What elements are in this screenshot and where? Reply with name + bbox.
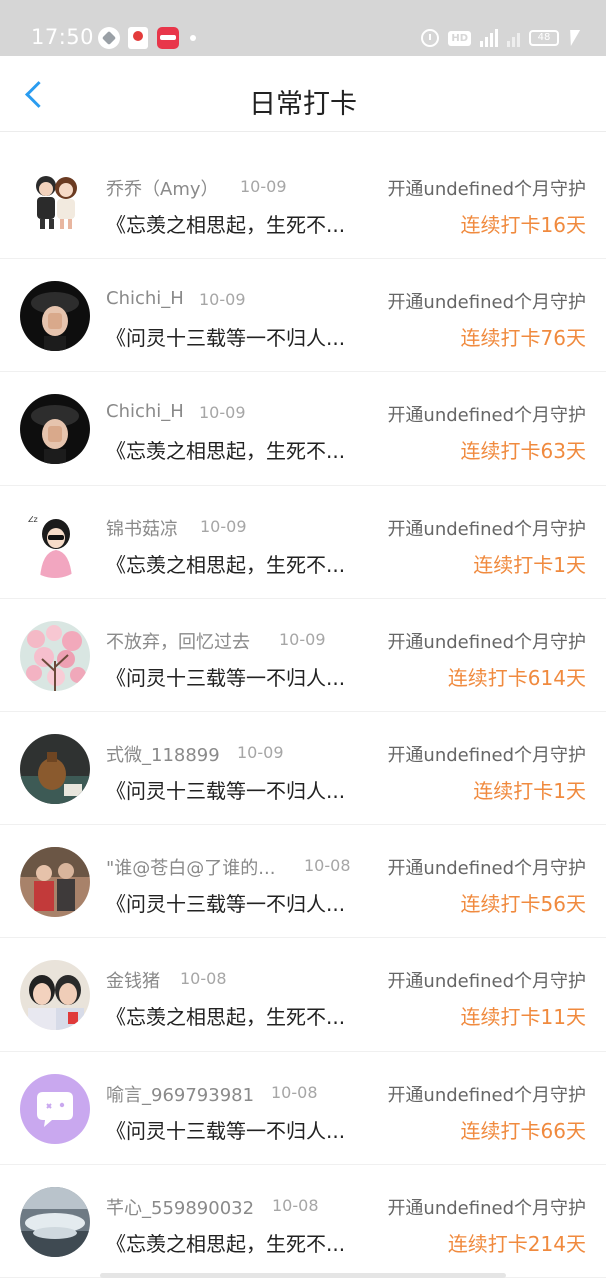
status-time: 17:50: [31, 25, 95, 49]
user-name: Chichi_H: [106, 288, 184, 310]
guard-info: 开通undefined个月守护: [387, 1084, 586, 1106]
checkin-message: 《忘羡之相思起，生死不...: [106, 1231, 346, 1256]
checkin-date: 10-09: [200, 516, 247, 536]
nav-header: 日常打卡: [0, 56, 606, 132]
guard-info: 开通undefined个月守护: [387, 744, 586, 766]
battery-icon: 48: [529, 30, 559, 46]
hd-icon: HD: [448, 30, 471, 46]
checkin-date: 10-08: [304, 856, 351, 876]
avatar[interactable]: [20, 620, 90, 691]
list-item[interactable]: 金钱猪 10-08 开通undefined个月守护 《忘羡之相思起，生死不...…: [0, 938, 606, 1052]
streak-count: 连续打卡76天: [460, 326, 586, 351]
streak-count: 连续打卡66天: [460, 1118, 586, 1143]
avatar[interactable]: Zz: [20, 507, 90, 578]
checkin-message: 《忘羡之相思起，生死不...: [106, 213, 346, 237]
user-name: 乔乔（Amy）: [106, 179, 219, 200]
streak-count: 连续打卡1天: [473, 552, 586, 577]
streak-count: 连续打卡11天: [460, 1005, 586, 1030]
user-name: 锦书菇凉: [106, 518, 178, 540]
user-name: "谁@苍白@了谁的...: [106, 858, 276, 880]
list-item[interactable]: Chichi_H 10-09 开通undefined个月守护 《忘羡之相思起，生…: [0, 372, 606, 486]
signal-secondary-icon: [507, 29, 520, 47]
list-item[interactable]: Zz 锦书菇凉 10-09 开通undefined个月守护 《忘羡之相思起，生死…: [0, 486, 606, 599]
checkin-date: 10-08: [180, 969, 227, 989]
user-name: 芊心_559890032: [106, 1197, 255, 1219]
checkin-date: 10-08: [272, 1195, 319, 1215]
horizontal-scrollbar[interactable]: [100, 1273, 506, 1278]
guard-info: 开通undefined个月守护: [387, 1197, 586, 1219]
user-name: 喻言_969793981: [106, 1084, 255, 1106]
svg-text:Zz: Zz: [28, 515, 38, 524]
checkin-date: 10-09: [237, 742, 284, 762]
list-item[interactable]: 喻言_969793981 10-08 开通undefined个月守护 《问灵十三…: [0, 1052, 606, 1165]
more-notifications-dot-icon: [190, 35, 196, 41]
guard-info: 开通undefined个月守护: [387, 518, 586, 540]
avatar[interactable]: [20, 1073, 90, 1144]
checkin-date: 10-09: [199, 290, 246, 310]
avatar[interactable]: [20, 394, 90, 465]
avatar[interactable]: [20, 960, 90, 1031]
guard-info: 开通undefined个月守护: [387, 631, 586, 653]
avatar[interactable]: [20, 733, 90, 804]
list-item[interactable]: 乔乔（Amy） 10-09 开通undefined个月守护 《忘羡之相思起，生死…: [0, 146, 606, 260]
streak-count: 连续打卡16天: [460, 213, 586, 237]
avatar[interactable]: [20, 281, 90, 352]
checkin-date: 10-09: [279, 629, 326, 649]
page-title: 日常打卡: [249, 89, 357, 120]
streak-count: 连续打卡214天: [447, 1231, 586, 1256]
user-name: Chichi_H: [106, 401, 184, 423]
user-name: 不放弃，回忆过去: [106, 631, 250, 653]
checkin-date: 10-09: [199, 403, 246, 423]
checkin-date: 10-09: [240, 177, 287, 196]
guard-info: 开通undefined个月守护: [387, 858, 586, 880]
avatar[interactable]: [20, 168, 90, 238]
guard-info: 开通undefined个月守护: [387, 405, 586, 427]
checkin-message: 《忘羡之相思起，生死不...: [106, 1005, 346, 1030]
user-name: 金钱猪: [106, 971, 160, 993]
list-item[interactable]: Chichi_H 10-09 开通undefined个月守护 《问灵十三载等一不…: [0, 259, 606, 373]
list-item[interactable]: 不放弃，回忆过去 10-09 开通undefined个月守护 《问灵十三载等一不…: [0, 599, 606, 712]
streak-count: 连续打卡614天: [447, 665, 586, 690]
status-right-icons: HD 48: [421, 27, 581, 49]
streak-count: 连续打卡56天: [460, 892, 586, 917]
guard-info: 开通undefined个月守护: [387, 179, 586, 200]
checkin-message: 《问灵十三载等一不归人...: [106, 892, 346, 917]
list-item[interactable]: 式微_118899 10-09 开通undefined个月守护 《问灵十三载等一…: [0, 712, 606, 826]
checkin-message: 《问灵十三载等一不归人...: [106, 326, 346, 351]
checkin-message: 《问灵十三载等一不归人...: [106, 778, 346, 803]
list-item[interactable]: 芊心_559890032 10-08 开通undefined个月守护 《忘羡之相…: [0, 1165, 606, 1278]
checkin-list: 乔乔（Amy） 10-09 开通undefined个月守护 《忘羡之相思起，生死…: [0, 146, 606, 1278]
list-item[interactable]: "谁@苍白@了谁的... 10-08 开通undefined个月守护 《问灵十三…: [0, 825, 606, 939]
charging-icon: [565, 30, 581, 46]
alarm-icon: [421, 29, 440, 47]
notification-shop-icon: [157, 27, 179, 49]
avatar[interactable]: [20, 1186, 90, 1257]
checkin-message: 《忘羡之相思起，生死不...: [106, 552, 346, 577]
streak-count: 连续打卡1天: [473, 778, 586, 803]
user-name: 式微_118899: [106, 744, 220, 766]
checkin-message: 《问灵十三载等一不归人...: [106, 1118, 346, 1143]
checkin-message: 《忘羡之相思起，生死不...: [106, 439, 346, 464]
notification-app-icon: [98, 27, 120, 49]
checkin-date: 10-08: [271, 1082, 318, 1102]
checkin-message: 《问灵十三载等一不归人...: [106, 665, 346, 690]
status-bar: 17:50 HD 48: [0, 0, 606, 56]
streak-count: 连续打卡63天: [460, 439, 586, 464]
notification-map-icon: [128, 27, 148, 49]
avatar[interactable]: [20, 847, 90, 918]
guard-info: 开通undefined个月守护: [387, 971, 586, 993]
guard-info: 开通undefined个月守护: [387, 292, 586, 314]
signal-4g-icon: [480, 29, 498, 47]
